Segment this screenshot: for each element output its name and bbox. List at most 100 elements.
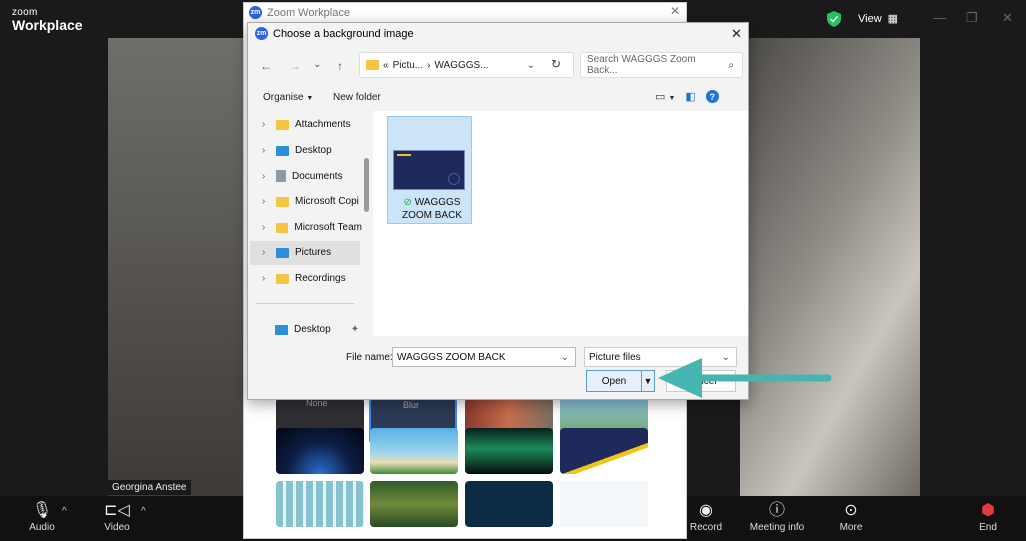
nav-scrollbar[interactable]: [364, 158, 369, 212]
background-thumb-earth[interactable]: [276, 428, 364, 474]
background-thumb-tree-light[interactable]: [560, 481, 648, 527]
folder-icon: [276, 119, 289, 130]
search-placeholder: Search WAGGGS Zoom Back...: [587, 54, 696, 76]
background-thumb-tree-dark[interactable]: [465, 481, 553, 527]
participant-name: Georgina Anstee: [108, 480, 191, 495]
nav-label: Pictures: [295, 247, 332, 258]
background-thumb-beach[interactable]: [370, 428, 458, 474]
sync-status-icon: ⊘: [403, 197, 412, 208]
camera-icon: ⊏◁: [104, 502, 130, 519]
change-view-icon[interactable]: ▭ ▼: [655, 90, 675, 103]
search-box[interactable]: Search WAGGGS Zoom Back... ⌕: [580, 52, 743, 78]
close-window-icon[interactable]: ✕: [1002, 10, 1013, 26]
refresh-icon[interactable]: ↻: [551, 57, 561, 71]
view-label: View: [858, 12, 882, 25]
nav-item-recordings[interactable]: › Recordings: [262, 273, 362, 284]
expand-chevron-icon[interactable]: ›: [262, 171, 270, 182]
nav-item-attachments[interactable]: › Attachments: [262, 119, 362, 130]
expand-chevron-icon[interactable]: ›: [262, 119, 270, 130]
dialog-close-icon[interactable]: ✕: [731, 26, 742, 42]
zoom-app-icon: zm: [249, 6, 262, 19]
organise-label: Organise: [263, 92, 304, 103]
more-label: More: [839, 522, 863, 533]
more-dots-icon: ⊙: [844, 502, 858, 519]
filename-history-chevron-icon[interactable]: ⌄: [561, 352, 569, 363]
zoom-brand: Workplace: [12, 17, 83, 33]
participant-video-right: [740, 38, 920, 496]
recent-locations-chevron-icon[interactable]: ⌄: [313, 59, 321, 70]
nav-item-documents[interactable]: › Documents: [262, 170, 362, 182]
address-segment-current[interactable]: WAGGGS...: [434, 60, 488, 71]
restore-icon[interactable]: ❐: [966, 10, 978, 26]
picker-title-bar: zm Zoom Workplace: [249, 6, 350, 19]
open-options-dropdown-icon[interactable]: ▼: [641, 370, 655, 392]
meeting-info-button[interactable]: ⓘ Meeting info: [745, 500, 809, 533]
video-button[interactable]: ⊏◁ Video: [100, 500, 134, 533]
expand-chevron-icon[interactable]: ›: [262, 273, 270, 284]
address-history-chevron-icon[interactable]: ⌄: [527, 60, 535, 71]
background-thumb-forest[interactable]: [370, 481, 458, 527]
file-name-label: ⊘ WAGGGS ZOOM BACK: [394, 196, 470, 222]
nav-label: Documents: [292, 170, 343, 182]
organise-dropdown-icon: ▼: [306, 95, 314, 102]
back-arrow-icon[interactable]: ←: [260, 59, 272, 73]
record-button[interactable]: ◉ Record: [688, 500, 724, 533]
video-options-chevron-icon[interactable]: ^: [141, 506, 146, 517]
audio-button[interactable]: 🎙 Audio: [26, 500, 58, 533]
background-thumb-waggs-blue[interactable]: [560, 428, 648, 474]
background-thumb-bunting[interactable]: [276, 481, 364, 527]
dialog-title-bar: zm Choose a background image: [255, 27, 414, 40]
audio-options-chevron-icon[interactable]: ^: [62, 506, 67, 517]
address-bar[interactable]: « Pictu... › WAGGGS... ⌄: [359, 52, 574, 78]
expand-chevron-icon[interactable]: ›: [262, 196, 270, 207]
quick-access-desktop[interactable]: Desktop ✦: [275, 324, 375, 335]
microphone-icon: 🎙: [31, 502, 53, 519]
end-call-icon: ⬢: [981, 502, 995, 519]
grid-icon: ▦: [887, 13, 899, 25]
open-button[interactable]: Open: [586, 370, 642, 392]
forward-arrow-icon[interactable]: →: [289, 59, 301, 73]
record-icon: ◉: [699, 502, 713, 519]
expand-chevron-icon[interactable]: ›: [262, 247, 270, 258]
address-overflow[interactable]: «: [383, 60, 389, 71]
view-button[interactable]: View ▦: [858, 12, 899, 26]
filename-input[interactable]: WAGGGS ZOOM BACK ⌄: [392, 347, 576, 367]
quick-access-label: Desktop: [294, 324, 331, 335]
organise-menu[interactable]: Organise ▼: [263, 92, 313, 103]
nav-label: Attachments: [295, 119, 351, 130]
file-thumbnail: [393, 150, 465, 190]
pictures-icon: [276, 247, 289, 258]
nav-separator: [256, 303, 354, 304]
nav-label: Recordings: [295, 273, 346, 284]
pin-icon: ✦: [350, 324, 360, 335]
nav-label: Microsoft Copi: [295, 196, 359, 207]
security-shield-icon[interactable]: [827, 11, 841, 27]
participant-video-left: [108, 38, 256, 496]
help-icon[interactable]: ?: [705, 90, 719, 103]
nav-item-microsoft-teams[interactable]: › Microsoft Team: [262, 222, 362, 233]
file-type-value: Picture files: [589, 351, 641, 363]
end-button[interactable]: ⬢ End: [974, 500, 1002, 533]
expand-chevron-icon[interactable]: ›: [262, 222, 270, 233]
desktop-icon: [275, 324, 288, 335]
new-folder-button[interactable]: New folder: [333, 92, 381, 103]
audio-label: Audio: [29, 522, 55, 533]
video-label: Video: [104, 522, 130, 533]
thumb-blur-label: Blur: [403, 400, 420, 410]
more-button[interactable]: ⊙ More: [834, 500, 868, 533]
up-arrow-icon[interactable]: ↑: [337, 59, 343, 73]
folder-icon: [275, 222, 289, 233]
documents-icon: [276, 170, 286, 182]
nav-item-desktop[interactable]: › Desktop: [262, 145, 362, 156]
expand-chevron-icon[interactable]: ›: [262, 145, 270, 156]
minimize-icon[interactable]: —: [933, 10, 946, 25]
address-segment-pictures[interactable]: Pictu...: [393, 60, 424, 71]
preview-pane-icon[interactable]: ◧: [685, 90, 695, 103]
background-thumb-aurora[interactable]: [465, 428, 553, 474]
folder-icon: [276, 196, 289, 207]
address-separator: ›: [427, 59, 431, 71]
nav-item-pictures[interactable]: › Pictures: [262, 247, 362, 258]
nav-item-microsoft-copilot[interactable]: › Microsoft Copi: [262, 196, 362, 207]
picker-close-icon[interactable]: ✕: [670, 4, 680, 18]
filename-label: File name:: [346, 352, 393, 363]
